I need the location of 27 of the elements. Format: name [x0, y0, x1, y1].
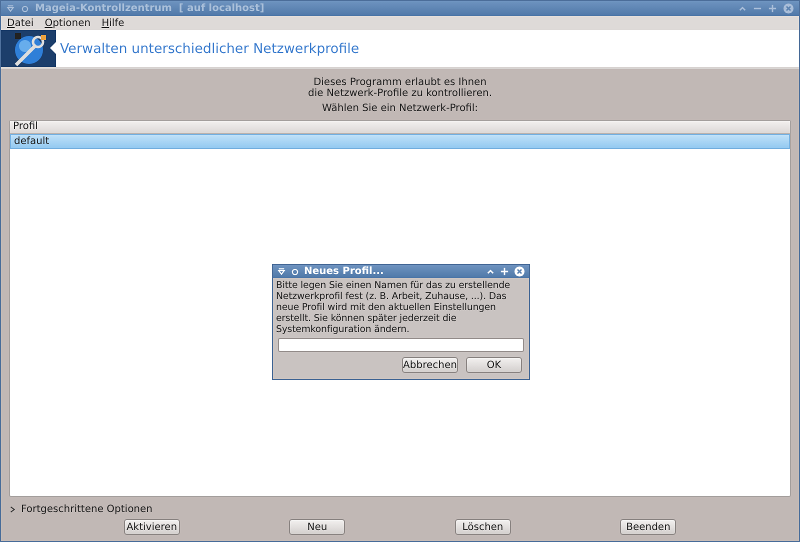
- caret-icon[interactable]: [486, 267, 495, 276]
- menu-item[interactable]: Datei: [7, 18, 34, 28]
- column-header[interactable]: Profil: [10, 121, 790, 134]
- name-field[interactable]: [278, 338, 524, 352]
- dialog-title: Neues Profil...: [304, 266, 384, 277]
- close-icon[interactable]: [783, 3, 794, 14]
- prompt-label: Wählen Sie ein Netzwerk-Profil:: [322, 103, 478, 114]
- close-icon[interactable]: [514, 266, 525, 277]
- circle-icon[interactable]: [21, 4, 29, 12]
- intro-text: Dieses Programm erlaubt es Ihnen die Netzwerk-Profile zu kontrollieren.: [308, 77, 492, 99]
- dialog-button[interactable]: OK: [466, 357, 522, 373]
- list-row[interactable]: default: [10, 134, 790, 149]
- dialog-button[interactable]: Abbrechen: [402, 357, 458, 373]
- action-button[interactable]: Neu: [289, 519, 346, 535]
- expander-icon[interactable]: [9, 506, 16, 512]
- plus-icon[interactable]: [768, 4, 777, 13]
- page-title: Verwalten unterschiedlicher Netzwerkprofile: [60, 40, 360, 56]
- action-button[interactable]: Aktivieren: [124, 519, 180, 535]
- action-button[interactable]: Beenden: [620, 519, 676, 535]
- menu-item[interactable]: Hilfe: [102, 18, 124, 28]
- caret-icon[interactable]: [738, 4, 747, 13]
- dialog-message: Bitte legen Sie einen Namen für das zu erstellende Netzwerkprofil fest (z. B. Arbeit, Zuhause, ...). Das neue Profil wird mit den aktuellen Einstellungen erstellt. Sie können später jederzeit die Systemkonfiguration ändern.: [275, 279, 512, 335]
- window-title: Mageia-Kontrollzentrum [ auf localhost]: [35, 3, 264, 14]
- action-button[interactable]: Löschen: [454, 519, 511, 535]
- expander-label[interactable]: Fortgeschrittene Optionen: [21, 504, 153, 514]
- menu-item[interactable]: Optionen: [44, 18, 91, 28]
- shade-icon[interactable]: [6, 4, 15, 13]
